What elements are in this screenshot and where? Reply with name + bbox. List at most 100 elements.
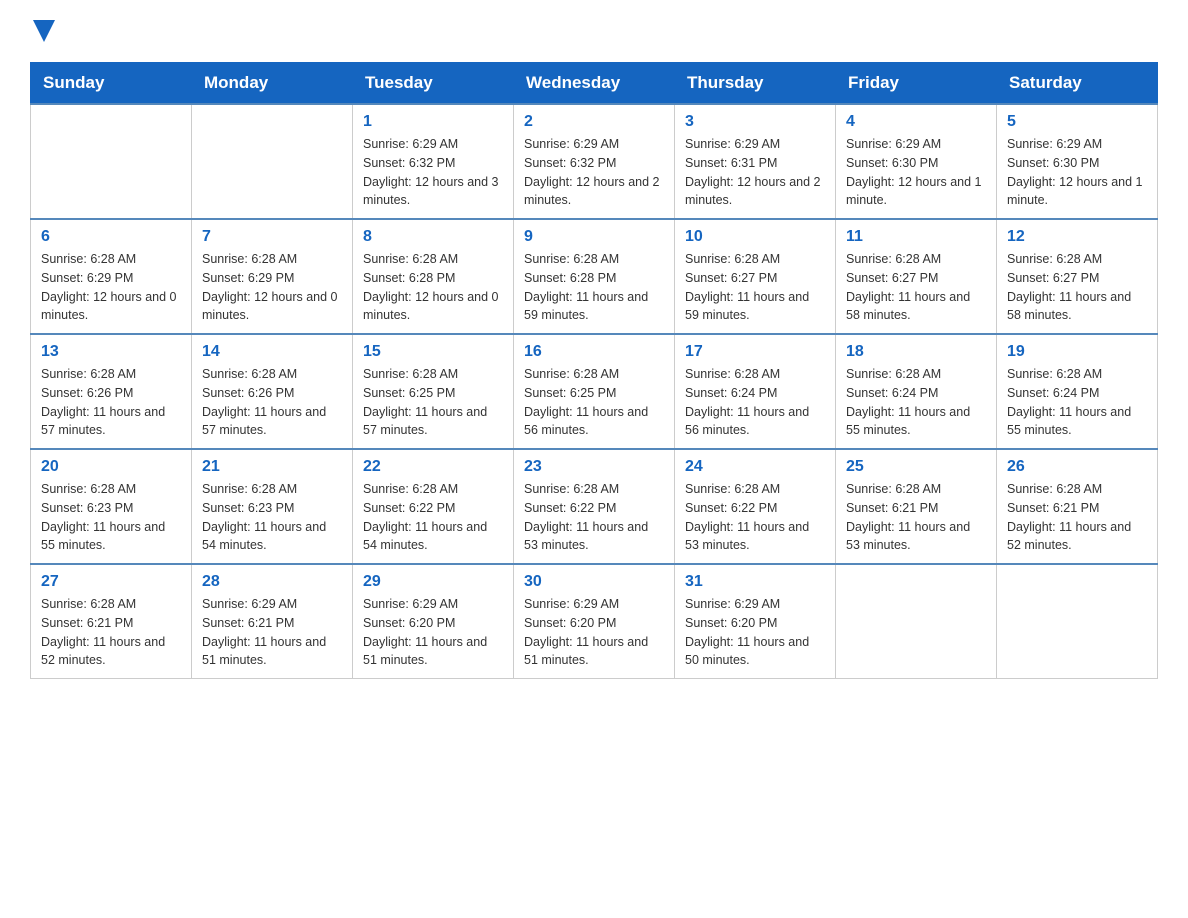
day-info: Sunrise: 6:28 AMSunset: 6:23 PMDaylight:… [202, 480, 342, 555]
calendar-cell: 28 Sunrise: 6:29 AMSunset: 6:21 PMDayligh… [192, 564, 353, 679]
calendar-cell: 31 Sunrise: 6:29 AMSunset: 6:20 PMDayligh… [675, 564, 836, 679]
header-saturday: Saturday [997, 63, 1158, 105]
calendar-cell: 9 Sunrise: 6:28 AMSunset: 6:28 PMDaylight… [514, 219, 675, 334]
header-sunday: Sunday [31, 63, 192, 105]
week-row-3: 13 Sunrise: 6:28 AMSunset: 6:26 PMDayligh… [31, 334, 1158, 449]
calendar-cell: 14Sunrise: 6:28 AMSunset: 6:26 PMDayligh… [192, 334, 353, 449]
day-number: 6 [41, 228, 181, 246]
calendar-cell: 10Sunrise: 6:28 AMSunset: 6:27 PMDayligh… [675, 219, 836, 334]
day-info: Sunrise: 6:28 AMSunset: 6:27 PMDaylight:… [1007, 250, 1147, 325]
day-number: 20 [41, 458, 181, 476]
day-number: 5 [1007, 113, 1147, 131]
day-number: 13 [41, 343, 181, 361]
calendar-cell: 17Sunrise: 6:28 AMSunset: 6:24 PMDayligh… [675, 334, 836, 449]
day-number: 27 [41, 573, 181, 591]
day-info: Sunrise: 6:29 AMSunset: 6:21 PMDaylight:… [202, 595, 342, 670]
page-header [30, 20, 1158, 42]
logo [30, 20, 55, 42]
day-number: 4 [846, 113, 986, 131]
day-number: 18 [846, 343, 986, 361]
calendar-table: SundayMondayTuesdayWednesdayThursdayFrid… [30, 62, 1158, 679]
day-info: Sunrise: 6:28 AMSunset: 6:25 PMDaylight:… [363, 365, 503, 440]
day-number: 19 [1007, 343, 1147, 361]
day-info: Sunrise: 6:29 AMSunset: 6:20 PMDaylight:… [685, 595, 825, 670]
day-info: Sunrise: 6:28 AMSunset: 6:29 PMDaylight:… [41, 250, 181, 325]
calendar-cell: 6 Sunrise: 6:28 AMSunset: 6:29 PMDaylight… [31, 219, 192, 334]
day-info: Sunrise: 6:29 AMSunset: 6:20 PMDaylight:… [363, 595, 503, 670]
calendar-cell: 8 Sunrise: 6:28 AMSunset: 6:28 PMDaylight… [353, 219, 514, 334]
day-number: 21 [202, 458, 342, 476]
calendar-cell: 11 Sunrise: 6:28 AMSunset: 6:27 PMDayligh… [836, 219, 997, 334]
day-info: Sunrise: 6:28 AMSunset: 6:28 PMDaylight:… [524, 250, 664, 325]
day-info: Sunrise: 6:28 AMSunset: 6:21 PMDaylight:… [1007, 480, 1147, 555]
week-row-1: 1 Sunrise: 6:29 AMSunset: 6:32 PMDaylight… [31, 104, 1158, 219]
day-info: Sunrise: 6:29 AMSunset: 6:31 PMDaylight:… [685, 135, 825, 210]
calendar-cell: 4 Sunrise: 6:29 AMSunset: 6:30 PMDaylight… [836, 104, 997, 219]
day-number: 9 [524, 228, 664, 246]
day-info: Sunrise: 6:28 AMSunset: 6:29 PMDaylight:… [202, 250, 342, 325]
week-row-2: 6 Sunrise: 6:28 AMSunset: 6:29 PMDaylight… [31, 219, 1158, 334]
day-number: 29 [363, 573, 503, 591]
calendar-cell [836, 564, 997, 679]
calendar-cell: 23Sunrise: 6:28 AMSunset: 6:22 PMDayligh… [514, 449, 675, 564]
header-row: SundayMondayTuesdayWednesdayThursdayFrid… [31, 63, 1158, 105]
calendar-cell: 20 Sunrise: 6:28 AMSunset: 6:23 PMDayligh… [31, 449, 192, 564]
week-row-5: 27 Sunrise: 6:28 AMSunset: 6:21 PMDayligh… [31, 564, 1158, 679]
header-thursday: Thursday [675, 63, 836, 105]
calendar-cell: 16Sunrise: 6:28 AMSunset: 6:25 PMDayligh… [514, 334, 675, 449]
day-info: Sunrise: 6:28 AMSunset: 6:22 PMDaylight:… [685, 480, 825, 555]
day-info: Sunrise: 6:28 AMSunset: 6:27 PMDaylight:… [846, 250, 986, 325]
day-number: 30 [524, 573, 664, 591]
header-friday: Friday [836, 63, 997, 105]
calendar-cell: 19 Sunrise: 6:28 AMSunset: 6:24 PMDayligh… [997, 334, 1158, 449]
day-number: 8 [363, 228, 503, 246]
day-info: Sunrise: 6:29 AMSunset: 6:32 PMDaylight:… [524, 135, 664, 210]
calendar-cell: 29 Sunrise: 6:29 AMSunset: 6:20 PMDayligh… [353, 564, 514, 679]
day-number: 24 [685, 458, 825, 476]
calendar-cell: 1 Sunrise: 6:29 AMSunset: 6:32 PMDaylight… [353, 104, 514, 219]
day-number: 31 [685, 573, 825, 591]
day-info: Sunrise: 6:29 AMSunset: 6:32 PMDaylight:… [363, 135, 503, 210]
calendar-cell [192, 104, 353, 219]
calendar-cell: 25Sunrise: 6:28 AMSunset: 6:21 PMDayligh… [836, 449, 997, 564]
logo-triangle-icon [33, 20, 55, 42]
day-info: Sunrise: 6:28 AMSunset: 6:24 PMDaylight:… [846, 365, 986, 440]
calendar-cell: 12Sunrise: 6:28 AMSunset: 6:27 PMDayligh… [997, 219, 1158, 334]
day-info: Sunrise: 6:28 AMSunset: 6:28 PMDaylight:… [363, 250, 503, 325]
day-info: Sunrise: 6:28 AMSunset: 6:21 PMDaylight:… [846, 480, 986, 555]
day-info: Sunrise: 6:28 AMSunset: 6:23 PMDaylight:… [41, 480, 181, 555]
day-number: 2 [524, 113, 664, 131]
day-info: Sunrise: 6:28 AMSunset: 6:27 PMDaylight:… [685, 250, 825, 325]
header-monday: Monday [192, 63, 353, 105]
day-info: Sunrise: 6:28 AMSunset: 6:21 PMDaylight:… [41, 595, 181, 670]
header-wednesday: Wednesday [514, 63, 675, 105]
day-number: 26 [1007, 458, 1147, 476]
day-number: 11 [846, 228, 986, 246]
calendar-cell: 7 Sunrise: 6:28 AMSunset: 6:29 PMDaylight… [192, 219, 353, 334]
day-info: Sunrise: 6:28 AMSunset: 6:26 PMDaylight:… [202, 365, 342, 440]
calendar-cell: 2 Sunrise: 6:29 AMSunset: 6:32 PMDaylight… [514, 104, 675, 219]
day-info: Sunrise: 6:28 AMSunset: 6:25 PMDaylight:… [524, 365, 664, 440]
day-number: 1 [363, 113, 503, 131]
calendar-cell: 24 Sunrise: 6:28 AMSunset: 6:22 PMDayligh… [675, 449, 836, 564]
day-number: 7 [202, 228, 342, 246]
day-info: Sunrise: 6:28 AMSunset: 6:26 PMDaylight:… [41, 365, 181, 440]
day-info: Sunrise: 6:29 AMSunset: 6:30 PMDaylight:… [1007, 135, 1147, 210]
day-number: 15 [363, 343, 503, 361]
day-number: 3 [685, 113, 825, 131]
calendar-cell: 30 Sunrise: 6:29 AMSunset: 6:20 PMDayligh… [514, 564, 675, 679]
calendar-cell: 26 Sunrise: 6:28 AMSunset: 6:21 PMDayligh… [997, 449, 1158, 564]
day-number: 22 [363, 458, 503, 476]
calendar-cell: 5 Sunrise: 6:29 AMSunset: 6:30 PMDaylight… [997, 104, 1158, 219]
day-number: 17 [685, 343, 825, 361]
day-info: Sunrise: 6:28 AMSunset: 6:22 PMDaylight:… [363, 480, 503, 555]
day-info: Sunrise: 6:28 AMSunset: 6:24 PMDaylight:… [1007, 365, 1147, 440]
day-info: Sunrise: 6:29 AMSunset: 6:20 PMDaylight:… [524, 595, 664, 670]
calendar-cell: 3 Sunrise: 6:29 AMSunset: 6:31 PMDaylight… [675, 104, 836, 219]
day-info: Sunrise: 6:29 AMSunset: 6:30 PMDaylight:… [846, 135, 986, 210]
calendar-cell [997, 564, 1158, 679]
calendar-cell: 18 Sunrise: 6:28 AMSunset: 6:24 PMDayligh… [836, 334, 997, 449]
calendar-cell: 15 Sunrise: 6:28 AMSunset: 6:25 PMDayligh… [353, 334, 514, 449]
day-info: Sunrise: 6:28 AMSunset: 6:22 PMDaylight:… [524, 480, 664, 555]
day-number: 28 [202, 573, 342, 591]
